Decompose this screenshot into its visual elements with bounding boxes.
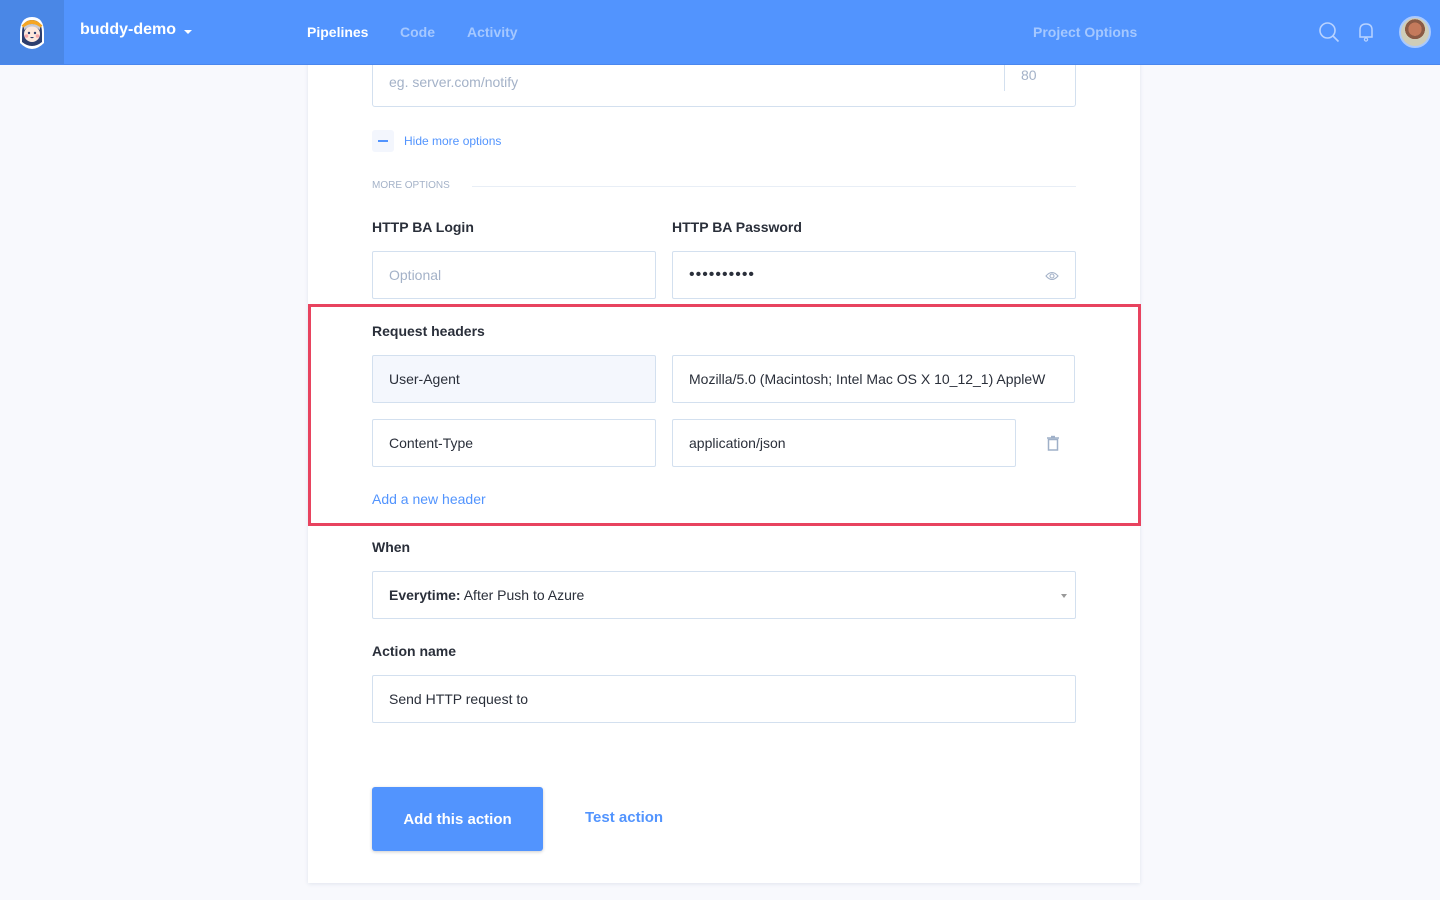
url-placeholder: eg. server.com/notify — [389, 74, 519, 90]
header-value-input[interactable]: application/json — [672, 419, 1016, 467]
when-value: After Push to Azure — [460, 587, 585, 603]
login-placeholder: Optional — [389, 267, 442, 283]
project-options-link[interactable]: Project Options — [1033, 24, 1137, 40]
buddy-mascot-icon — [20, 17, 44, 49]
action-name-input[interactable]: Send HTTP request to — [372, 675, 1076, 723]
logo-button[interactable] — [0, 0, 64, 64]
header-value-text: application/json — [689, 435, 786, 451]
project-switcher[interactable]: buddy-demo — [80, 21, 192, 39]
nav-code[interactable]: Code — [400, 24, 435, 40]
project-name: buddy-demo — [80, 21, 176, 38]
chevron-down-icon — [184, 29, 192, 34]
when-select[interactable]: Everytime: After Push to Azure — [372, 571, 1076, 619]
hide-more-options-toggle[interactable]: Hide more options — [372, 130, 501, 152]
action-form-card: eg. server.com/notify 80 Hide more optio… — [308, 40, 1140, 883]
password-value: •••••••••• — [689, 266, 756, 283]
header-name-value: Content-Type — [389, 435, 474, 451]
test-action-link[interactable]: Test action — [585, 809, 663, 826]
add-action-button[interactable]: Add this action — [372, 787, 543, 851]
header-name-input[interactable]: User-Agent — [372, 355, 656, 403]
add-new-header-link[interactable]: Add a new header — [372, 491, 486, 507]
header-name-input[interactable]: Content-Type — [372, 419, 656, 467]
search-icon[interactable] — [1318, 21, 1340, 43]
hide-more-options-label: Hide more options — [404, 134, 502, 148]
nav-pipelines[interactable]: Pipelines — [307, 24, 368, 40]
user-avatar[interactable] — [1399, 16, 1431, 48]
trash-icon[interactable] — [1046, 435, 1060, 451]
action-name-label: Action name — [372, 643, 457, 659]
header-value-text: Mozilla/5.0 (Macintosh; Intel Mac OS X 1… — [689, 371, 1046, 387]
bell-icon[interactable] — [1355, 21, 1377, 43]
url-input[interactable]: eg. server.com/notify 80 — [372, 58, 1076, 107]
more-options-heading: MORE OPTIONS — [372, 180, 450, 191]
minus-icon — [372, 130, 394, 152]
port-divider — [1004, 61, 1005, 91]
http-ba-login-input[interactable]: Optional — [372, 251, 656, 299]
section-divider — [472, 186, 1076, 187]
action-name-value: Send HTTP request to — [389, 691, 529, 707]
header-name-value: User-Agent — [389, 371, 460, 387]
header-value-input[interactable]: Mozilla/5.0 (Macintosh; Intel Mac OS X 1… — [672, 355, 1075, 403]
http-ba-password-label: HTTP BA Password — [672, 219, 802, 235]
request-headers-label: Request headers — [372, 323, 485, 339]
dropdown-arrow-icon — [1061, 594, 1067, 598]
top-navbar: buddy-demo Pipelines Code Activity Proje… — [0, 0, 1440, 65]
eye-icon[interactable] — [1045, 270, 1059, 282]
nav-activity[interactable]: Activity — [467, 24, 518, 40]
http-ba-login-label: HTTP BA Login — [372, 219, 474, 235]
port-input[interactable]: 80 — [1021, 67, 1037, 83]
when-value-bold: Everytime: — [389, 587, 461, 603]
when-label: When — [372, 539, 411, 555]
http-ba-password-input[interactable]: •••••••••• — [672, 251, 1076, 299]
